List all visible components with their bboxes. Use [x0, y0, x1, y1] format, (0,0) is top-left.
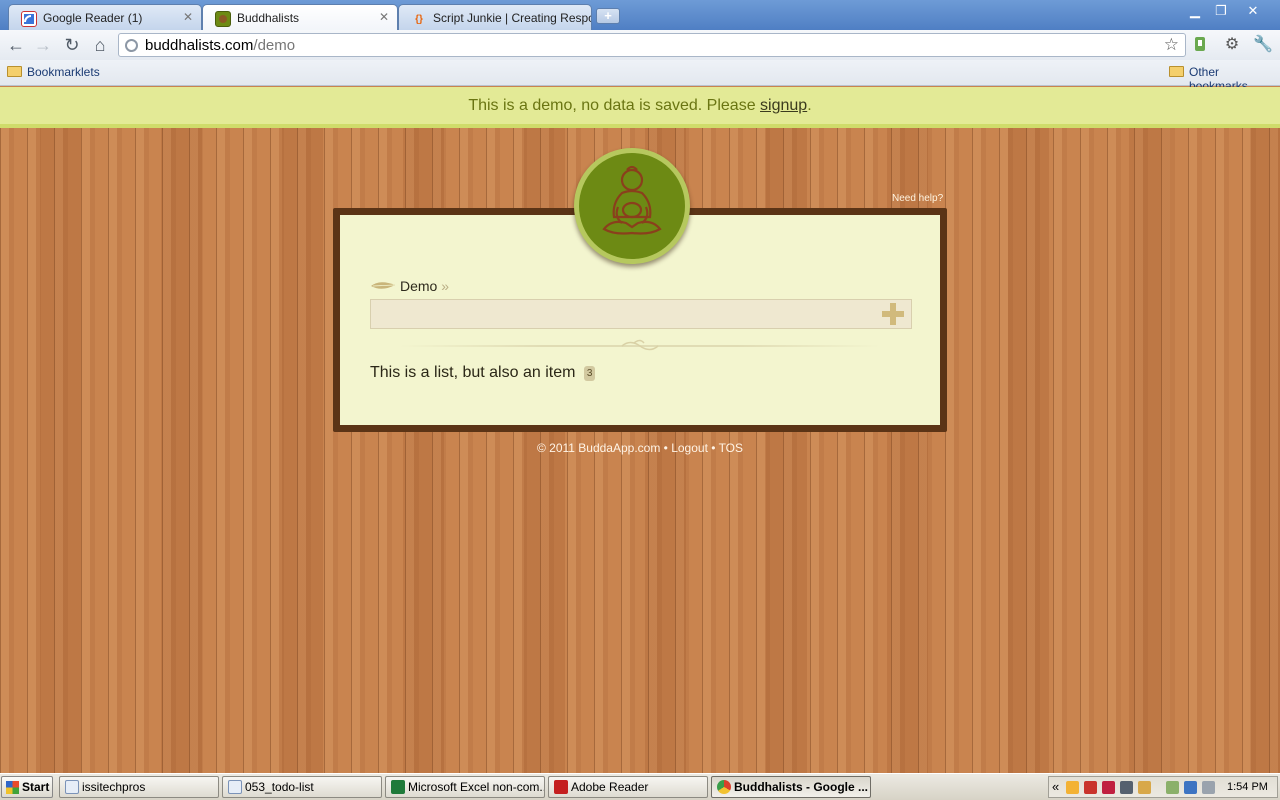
- logo-disc: [579, 153, 685, 259]
- tab-label: Buddhalists: [237, 11, 300, 25]
- demo-banner-suffix: .: [807, 97, 812, 114]
- wrench-menu-icon[interactable]: 🔧: [1253, 36, 1273, 54]
- home-button[interactable]: ⌂: [89, 35, 111, 57]
- bookmark-folder-bookmarklets[interactable]: Bookmarklets: [7, 65, 100, 79]
- address-path: /demo: [253, 37, 296, 54]
- add-item-input[interactable]: [370, 299, 912, 329]
- tab-google-reader[interactable]: Google Reader (1) ✕: [8, 4, 202, 30]
- taskbar-item-active[interactable]: Buddhalists - Google ...: [711, 776, 871, 798]
- back-button[interactable]: ←: [5, 35, 27, 57]
- close-tab-icon[interactable]: ✕: [183, 10, 193, 24]
- list-title[interactable]: Demo »: [370, 278, 449, 294]
- close-tab-icon[interactable]: ✕: [379, 10, 389, 24]
- forward-button[interactable]: →: [32, 35, 54, 57]
- address-domain: buddhalists.com: [145, 37, 254, 54]
- list-item-text: This is a list, but also an item: [370, 364, 576, 381]
- tray-clock[interactable]: 1:54 PM: [1227, 781, 1268, 793]
- google-reader-icon: [21, 11, 37, 27]
- globe-icon: [125, 39, 138, 52]
- tray-monitor-icon[interactable]: [1120, 781, 1133, 794]
- browser-toolbar: ← → ↻ ⌂ buddhalists.com/demo ☆ ⚙ 🔧: [0, 30, 1280, 60]
- page-footer: © 2011 BuddaApp.com • Logout • TOS: [536, 441, 744, 455]
- list-item[interactable]: This is a list, but also an item 3: [370, 364, 596, 382]
- taskbar-item[interactable]: issitechpros: [59, 776, 219, 798]
- script-junkie-icon: {}: [415, 13, 423, 25]
- item-count-badge: 3: [583, 366, 596, 381]
- windows-logo-icon: [6, 781, 19, 794]
- add-item-button[interactable]: [880, 301, 906, 327]
- flourish-ornament: [621, 339, 659, 351]
- chrome-icon: [717, 780, 731, 794]
- notepad-icon: [65, 780, 79, 794]
- taskbar-item-label: issitechpros: [82, 780, 146, 794]
- tab-buddhalists[interactable]: Buddhalists ✕: [202, 4, 398, 31]
- browser-titlebar: Google Reader (1) ✕ Buddhalists ✕ {} Scr…: [0, 0, 1280, 31]
- tab-label: Script Junkie | Creating Respo: [433, 11, 592, 25]
- start-label: Start: [22, 780, 50, 794]
- tray-app-icon[interactable]: [1138, 781, 1151, 794]
- need-help-link[interactable]: Need help?: [892, 193, 943, 204]
- minimize-window-button[interactable]: ▁: [1182, 2, 1208, 20]
- breadcrumb-arrow: »: [441, 278, 450, 294]
- tray-app-icon[interactable]: [1166, 781, 1179, 794]
- bookmark-star-icon[interactable]: ☆: [1164, 35, 1179, 55]
- system-tray: « 1:54 PM: [1048, 776, 1278, 798]
- signup-link[interactable]: signup: [760, 97, 807, 114]
- tray-volume-icon[interactable]: [1202, 781, 1215, 794]
- taskbar-item-label: 053_todo-list: [245, 780, 314, 794]
- restore-window-button[interactable]: ❐: [1208, 2, 1234, 20]
- tray-app-icon[interactable]: [1084, 781, 1097, 794]
- folder-icon: [1169, 66, 1184, 77]
- folder-icon: [7, 66, 22, 77]
- settings-gear-icon[interactable]: ⚙: [1223, 36, 1241, 54]
- adobe-reader-icon: [554, 780, 568, 794]
- reload-button[interactable]: ↻: [61, 35, 83, 57]
- taskbar-item-label: Buddhalists - Google ...: [734, 780, 869, 794]
- tray-network-icon[interactable]: [1184, 781, 1197, 794]
- bookmark-label: Bookmarklets: [27, 65, 100, 79]
- tab-script-junkie[interactable]: {} Script Junkie | Creating Respo: [398, 4, 592, 30]
- extension-icon[interactable]: [1191, 36, 1209, 54]
- taskbar-item[interactable]: 053_todo-list: [222, 776, 382, 798]
- taskbar-item-label: Microsoft Excel non-com...: [408, 780, 545, 794]
- demo-banner: This is a demo, no data is saved. Please…: [0, 87, 1280, 128]
- tray-app-icon[interactable]: [1066, 781, 1079, 794]
- demo-banner-text: This is a demo, no data is saved. Please: [468, 97, 761, 114]
- buddha-icon: [602, 165, 662, 235]
- list-title-text: Demo: [400, 278, 438, 294]
- taskbar-item[interactable]: Adobe Reader: [548, 776, 708, 798]
- notepad-icon: [228, 780, 242, 794]
- close-window-button[interactable]: ✕: [1240, 2, 1266, 20]
- start-button[interactable]: Start: [1, 776, 53, 798]
- address-bar[interactable]: buddhalists.com/demo ☆: [118, 33, 1186, 57]
- tray-expand-icon[interactable]: «: [1052, 779, 1059, 794]
- page-viewport: This is a demo, no data is saved. Please…: [0, 87, 1280, 773]
- buddha-logo[interactable]: [574, 148, 690, 264]
- bookmarks-bar: Bookmarklets Other bookmarks: [0, 60, 1280, 93]
- taskbar-item[interactable]: Microsoft Excel non-com...: [385, 776, 545, 798]
- excel-icon: [391, 780, 405, 794]
- windows-taskbar: Start issitechpros 053_todo-list Microso…: [0, 773, 1280, 800]
- buddha-favicon: [215, 11, 231, 27]
- taskbar-item-label: Adobe Reader: [571, 780, 649, 794]
- tray-app-icon[interactable]: [1102, 781, 1115, 794]
- new-tab-button[interactable]: +: [596, 8, 620, 24]
- tab-label: Google Reader (1): [43, 11, 143, 25]
